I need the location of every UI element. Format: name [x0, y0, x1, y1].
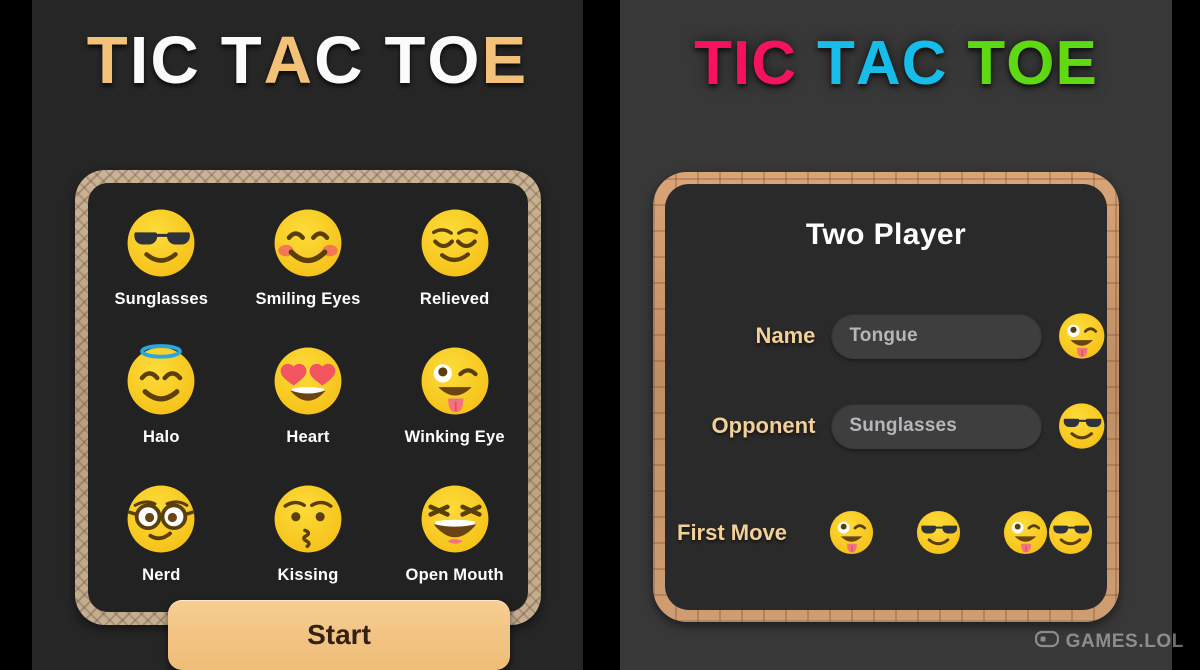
nerd-emoji	[123, 481, 199, 557]
watermark-text: GAMES.LOL	[1065, 630, 1184, 652]
app-screenshot: TIC TAC TOE Sunglasses Smiling Eyes Relieved…	[0, 0, 1200, 670]
left-start-button[interactable]: Start	[168, 600, 510, 670]
title-letter-t-8: T	[384, 23, 428, 98]
title-letter-e-10: E	[481, 23, 529, 98]
first-move-player-emoji	[827, 508, 876, 557]
emoji-option-sunglasses[interactable]: Sunglasses	[88, 205, 235, 343]
title-letter-t-4: T	[220, 23, 264, 98]
name-avatar-button[interactable]	[1056, 310, 1107, 362]
emoji-option-label: Heart	[286, 428, 330, 446]
emoji-option-relieved[interactable]: Relieved	[381, 205, 528, 343]
right-screen-panel: TIC TAC TOE Two Player Name Tongue Opponen…	[620, 0, 1172, 670]
opponent-row: Opponent Sunglasses	[665, 400, 1107, 452]
emoji-option-nerd[interactable]: Nerd	[88, 481, 235, 619]
emoji-selection-grid: Sunglasses Smiling Eyes Relieved Halo Heart W…	[88, 205, 528, 619]
name-input-value: Tongue	[849, 325, 918, 346]
title-letter-c-2: C	[751, 29, 797, 98]
title-letter-c-6: C	[901, 29, 948, 98]
open-mouth-emoji	[417, 481, 493, 557]
first-move-label: First Move	[677, 519, 788, 545]
opponent-label: Opponent	[711, 413, 816, 438]
first-move-opponent-emoji	[914, 508, 963, 557]
opponent-avatar-emoji	[1056, 403, 1107, 456]
first-move-random-emoji-a	[1001, 508, 1050, 557]
winking-tongue-emoji	[417, 343, 493, 419]
two-player-heading: Two Player	[805, 218, 967, 251]
smiling-eyes-emoji	[270, 205, 346, 281]
name-input[interactable]: Tongue	[831, 313, 1042, 359]
opponent-input[interactable]: Sunglasses	[831, 403, 1042, 449]
title-letter-t-0: T	[86, 23, 130, 98]
title-letter-t-0: T	[694, 29, 733, 98]
title-letter-e-10: E	[1055, 29, 1098, 98]
left-screen-panel: TIC TAC TOE Sunglasses Smiling Eyes Relieved…	[32, 0, 583, 670]
title-letter-a-5: A	[263, 23, 315, 98]
emoji-option-label: Sunglasses	[114, 290, 209, 308]
opponent-avatar-button[interactable]	[1056, 400, 1107, 452]
emoji-option-label: Relieved	[419, 290, 490, 308]
emoji-option-label: Winking Eye	[404, 428, 505, 446]
first-move-row: First Move	[665, 508, 1107, 557]
title-letter-c-2: C	[150, 23, 201, 98]
title-letter-i-1: I	[732, 29, 752, 98]
emoji-option-open-mouth[interactable]: Open Mouth	[381, 481, 528, 619]
name-avatar-emoji	[1056, 313, 1107, 366]
emoji-option-heart[interactable]: Heart	[235, 343, 382, 481]
emoji-option-label: Nerd	[142, 566, 181, 584]
emoji-option-label: Open Mouth	[405, 566, 504, 584]
sunglasses-emoji	[123, 205, 199, 281]
emoji-option-label: Smiling Eyes	[255, 290, 361, 308]
right-game-title: TIC TAC TOE	[620, 28, 1172, 99]
title-letter-a-5: A	[855, 29, 902, 98]
emoji-option-halo[interactable]: Halo	[88, 343, 235, 481]
games-lol-watermark: GAMES.LOL	[1034, 629, 1184, 654]
left-frame-inner: Sunglasses Smiling Eyes Relieved Halo Heart W…	[88, 183, 528, 612]
left-game-title: TIC TAC TOE	[32, 22, 583, 99]
relieved-emoji	[417, 205, 493, 281]
emoji-option-label: Kissing	[277, 566, 339, 584]
first-move-option-opponent[interactable]	[914, 508, 963, 557]
emoji-option-kissing[interactable]: Kissing	[235, 481, 382, 619]
opponent-input-value: Sunglasses	[849, 415, 958, 436]
title-letter-c-6: C	[314, 23, 365, 98]
name-label: Name	[755, 323, 816, 348]
halo-emoji	[123, 343, 199, 419]
first-move-random-emoji-b	[1046, 508, 1095, 557]
right-bamboo-frame: Two Player Name Tongue Opponent Sunglass…	[653, 172, 1119, 622]
title-letter-o-9: O	[427, 23, 482, 98]
kissing-emoji	[270, 481, 346, 557]
title-letter-t-4: T	[816, 29, 856, 98]
first-move-option-player[interactable]	[827, 508, 876, 557]
first-move-option-random[interactable]	[1001, 508, 1095, 557]
game-controller-icon	[1034, 629, 1059, 654]
heart-eyes-emoji	[270, 343, 346, 419]
title-letter-i-1: I	[129, 23, 151, 98]
emoji-option-winking-eye[interactable]: Winking Eye	[381, 343, 528, 481]
left-bamboo-frame: Sunglasses Smiling Eyes Relieved Halo Heart W…	[75, 170, 541, 625]
emoji-option-label: Halo	[143, 428, 180, 446]
right-frame-inner: Two Player Name Tongue Opponent Sunglass…	[665, 184, 1107, 610]
title-letter-t-8: T	[967, 29, 1007, 98]
title-letter-o-9: O	[1006, 29, 1056, 98]
emoji-option-smiling-eyes[interactable]: Smiling Eyes	[235, 205, 382, 343]
left-start-label: Start	[307, 619, 371, 650]
name-row: Name Tongue	[665, 310, 1107, 362]
